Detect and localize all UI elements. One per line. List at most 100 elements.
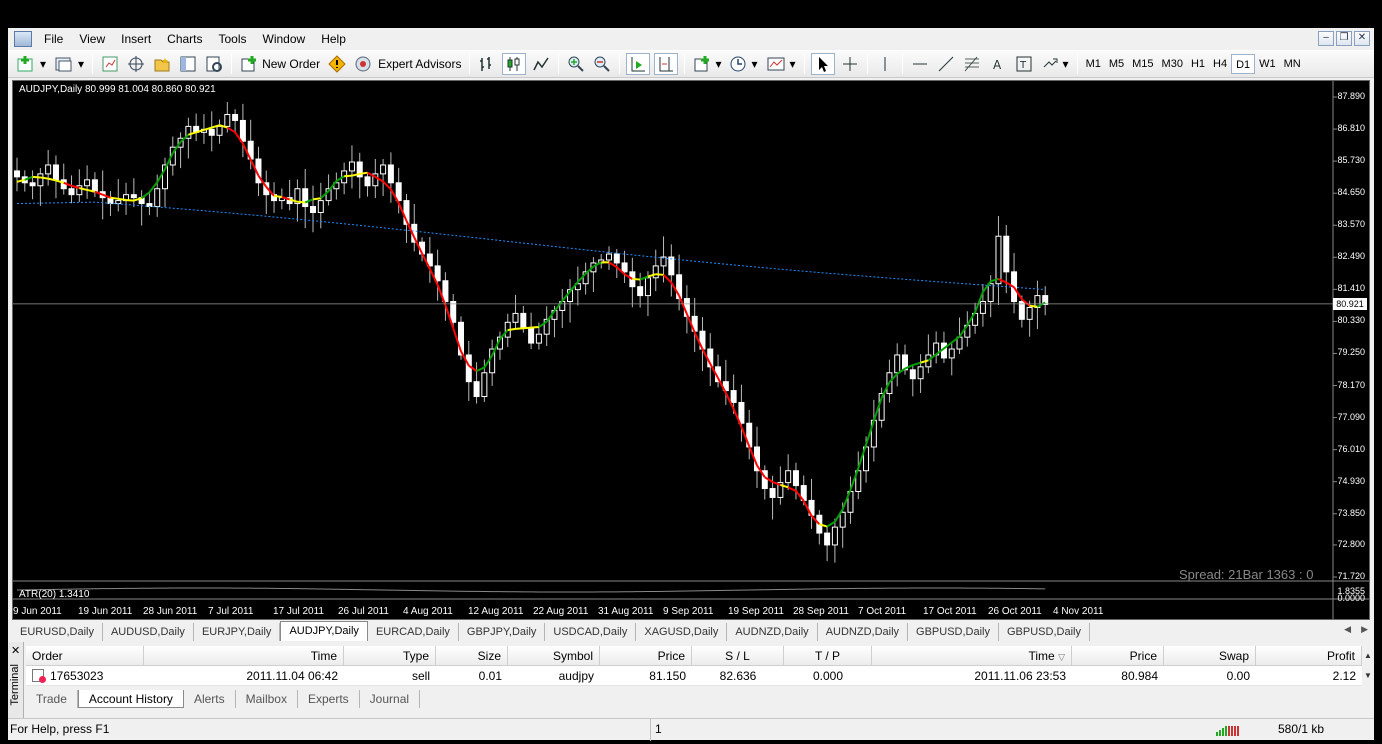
candle-body [785, 470, 792, 484]
favorites-icon[interactable] [151, 53, 173, 75]
menu-view[interactable]: View [71, 29, 113, 49]
text-label-icon[interactable]: T [1013, 53, 1035, 75]
tab-account-history[interactable]: Account History [77, 690, 184, 708]
chart-tab-active[interactable]: AUDJPY,Daily [280, 621, 368, 641]
timeframe-d1[interactable]: D1 [1231, 54, 1256, 74]
chart-tab[interactable]: AUDNZD,Daily [818, 623, 909, 641]
tab-mailbox[interactable]: Mailbox [236, 690, 298, 708]
chart-shift-icon[interactable] [654, 53, 679, 75]
minimize-icon[interactable]: – [1318, 31, 1334, 46]
timeframe-m15[interactable]: M15 [1128, 54, 1157, 74]
zoom-in-icon[interactable] [565, 53, 587, 75]
menu-window[interactable]: Window [255, 29, 314, 49]
crosshair-icon[interactable] [839, 53, 861, 75]
line-chart-icon[interactable] [530, 53, 552, 75]
bar-chart-icon[interactable] [476, 53, 498, 75]
terminal-panel-icon[interactable] [177, 53, 199, 75]
column-header[interactable]: Order [26, 646, 144, 666]
chart-tab[interactable]: XAGUSD,Daily [636, 623, 728, 641]
candlesticks-icon[interactable] [502, 53, 527, 75]
table-row[interactable]: 17653023 2011.11.04 06:42 sell 0.01 audj… [26, 666, 1362, 686]
cursor-icon[interactable] [810, 53, 835, 75]
candle-body [380, 164, 387, 175]
profiles-icon[interactable]: ▾ [52, 53, 86, 75]
autotrading-warning-icon[interactable] [326, 53, 348, 75]
horizontal-line-icon[interactable] [909, 53, 931, 75]
tab-trade[interactable]: Trade [26, 690, 78, 708]
price-chart[interactable]: AUDJPY,Daily 80.999 81.004 80.860 80.921… [12, 80, 1370, 620]
timeframe-m1[interactable]: M1 [1082, 54, 1105, 74]
column-header[interactable]: Type [344, 646, 436, 666]
scroll-down-icon[interactable]: ▼ [1362, 666, 1374, 686]
chart-tab[interactable]: EURUSD,Daily [12, 623, 103, 641]
column-header-sorted[interactable]: Time ▽ [872, 646, 1072, 666]
auto-scroll-icon[interactable] [626, 53, 651, 75]
new-chart-icon[interactable]: ▾ [14, 53, 48, 75]
column-header[interactable]: Price [1072, 646, 1164, 666]
expert-advisors-button[interactable]: Expert Advisors [352, 53, 463, 75]
column-header[interactable]: Time [144, 646, 344, 666]
text-icon[interactable]: A [987, 53, 1009, 75]
timeframe-h4[interactable]: H4 [1209, 54, 1231, 74]
timeframe-h1[interactable]: H1 [1187, 54, 1209, 74]
close-terminal-icon[interactable]: ✕ [11, 644, 20, 657]
column-header[interactable]: S / L [692, 646, 784, 666]
menu-file[interactable]: File [36, 29, 71, 49]
column-header[interactable]: Size [436, 646, 508, 666]
tab-scroll-right-icon[interactable]: ▶ [1361, 624, 1368, 635]
new-order-button[interactable]: New Order [238, 53, 322, 75]
fibonacci-icon[interactable] [961, 53, 983, 75]
chart-tab[interactable]: EURCAD,Daily [368, 623, 459, 641]
sl-cell: 82.636 [692, 666, 784, 686]
arrows-icon[interactable]: ▾ [1039, 53, 1071, 75]
column-header[interactable]: Swap [1164, 646, 1256, 666]
chart-tab[interactable]: GBPUSD,Daily [999, 623, 1090, 641]
candle-body [29, 182, 36, 187]
market-watch-icon[interactable] [99, 53, 121, 75]
chart-tab[interactable]: AUDUSD,Daily [103, 623, 194, 641]
price-tick-label: 83.570 [1337, 219, 1365, 230]
strategy-tester-icon[interactable] [203, 53, 225, 75]
menu-charts[interactable]: Charts [159, 29, 210, 49]
connection-status-icon[interactable] [1216, 724, 1242, 736]
close-icon[interactable]: ✕ [1354, 31, 1370, 46]
app-icon[interactable] [14, 31, 32, 47]
chart-canvas[interactable] [13, 81, 1369, 619]
table-scrollbar[interactable]: ▲ ▼ [1362, 646, 1374, 686]
tab-alerts[interactable]: Alerts [184, 690, 236, 708]
tab-scroll-left-icon[interactable]: ◀ [1344, 624, 1351, 635]
chart-tab[interactable]: AUDNZD,Daily [727, 623, 818, 641]
restore-icon[interactable]: ❐ [1336, 31, 1352, 46]
tab-experts[interactable]: Experts [298, 690, 360, 708]
menu-tools[interactable]: Tools [211, 29, 255, 49]
candle-body [1026, 306, 1033, 320]
timeframe-mn[interactable]: MN [1280, 54, 1305, 74]
column-header[interactable]: Symbol [508, 646, 600, 666]
vertical-line-icon[interactable] [874, 53, 896, 75]
column-header[interactable]: Profit [1256, 646, 1362, 666]
chart-tab[interactable]: USDCAD,Daily [545, 623, 637, 641]
periods-icon[interactable]: ▾ [727, 53, 759, 75]
closed-order-icon [32, 669, 46, 683]
hma-segment [912, 361, 921, 367]
tab-journal[interactable]: Journal [360, 690, 421, 708]
svg-text:T: T [1019, 60, 1027, 71]
trendline-icon[interactable] [935, 53, 957, 75]
timeframe-m5[interactable]: M5 [1105, 54, 1128, 74]
column-header[interactable]: T / P [784, 646, 872, 666]
chart-tab[interactable]: GBPJPY,Daily [459, 623, 546, 641]
indicators-icon[interactable]: ▾ [691, 53, 723, 75]
navigator-icon[interactable] [125, 53, 147, 75]
menu-help[interactable]: Help [313, 29, 354, 49]
menu-insert[interactable]: Insert [113, 29, 159, 49]
zoom-out-icon[interactable] [591, 53, 613, 75]
hma-segment [118, 197, 127, 201]
timeframe-m30[interactable]: M30 [1158, 54, 1187, 74]
candle-body [637, 286, 644, 297]
chart-tab[interactable]: EURJPY,Daily [194, 623, 281, 641]
scroll-up-icon[interactable]: ▲ [1362, 646, 1374, 666]
column-header[interactable]: Price [600, 646, 692, 666]
chart-tab[interactable]: GBPUSD,Daily [908, 623, 999, 641]
timeframe-w1[interactable]: W1 [1255, 54, 1280, 74]
templates-icon[interactable]: ▾ [764, 53, 798, 75]
